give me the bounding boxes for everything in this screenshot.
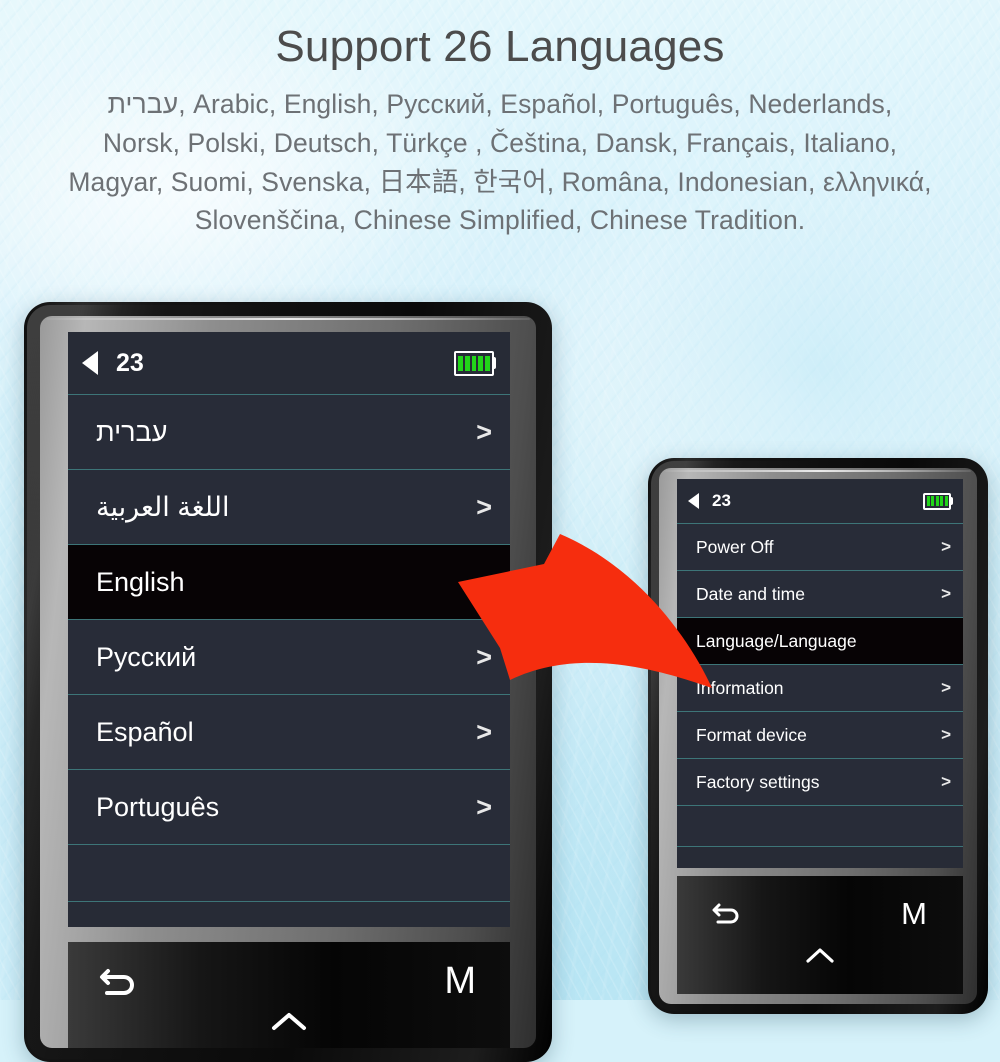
status-bar-right: 23	[677, 479, 963, 523]
volume-value: 23	[116, 348, 144, 377]
supported-languages-paragraph: עברית, Arabic, English, Русский, Español…	[40, 85, 960, 240]
list-item[interactable]: Русский >	[68, 619, 510, 694]
list-item-label: Español	[96, 716, 194, 747]
list-item[interactable]: Date and time >	[677, 570, 963, 617]
list-item[interactable]: Format device >	[677, 711, 963, 758]
touch-button-bar-right: M	[677, 876, 963, 994]
screen-right: 23 Power Off > Date and time > Language/…	[677, 479, 963, 868]
page-title: Support 26 Languages	[275, 22, 725, 71]
chevron-right-icon: >	[476, 791, 492, 822]
list-item[interactable]: اللغة العربية >	[68, 469, 510, 544]
list-item[interactable]: Power Off >	[677, 523, 963, 570]
chevron-right-icon: >	[941, 584, 951, 603]
touch-button-bar-left: M	[68, 942, 510, 1048]
list-item-label: Factory settings	[696, 771, 820, 792]
list-item-label: Format device	[696, 724, 807, 745]
back-arrow-icon[interactable]	[98, 964, 140, 1000]
chevron-right-icon: >	[476, 641, 492, 672]
battery-full-icon	[454, 350, 494, 376]
list-item-label: اللغة العربية	[96, 491, 230, 522]
list-item[interactable]: Information >	[677, 664, 963, 711]
chevron-right-icon: >	[941, 772, 951, 791]
battery-full-icon	[923, 492, 951, 510]
language-menu-list: עברית > اللغة العربية > English > Русски…	[68, 394, 510, 902]
list-empty-tail	[677, 805, 963, 847]
list-item[interactable]: Factory settings >	[677, 758, 963, 805]
mp3-player-device-right: 23 Power Off > Date and time > Language/…	[648, 458, 988, 1014]
status-bar-left: 23	[68, 332, 510, 394]
frame-highlight-left	[46, 318, 530, 320]
speaker-icon	[82, 351, 108, 375]
status-left-group-right: 23	[688, 491, 731, 511]
settings-menu-list: Power Off > Date and time > Language/Lan…	[677, 523, 963, 847]
language-line: Magyar, Suomi, Svenska, 日本語, 한국어, Româna…	[68, 166, 932, 197]
list-item[interactable]: עברית >	[68, 394, 510, 469]
list-item-label: Information	[696, 677, 784, 698]
list-item-label: Русский	[96, 641, 197, 672]
frame-highlight-right	[665, 470, 971, 472]
headings-block: Support 26 Languages עברית, Arabic, Engl…	[0, 0, 1000, 240]
chevron-up-icon[interactable]	[269, 1008, 309, 1034]
screen-left: 23 עברית > اللغة العربية > English > Рус…	[68, 332, 510, 927]
menu-button[interactable]: M	[901, 898, 927, 929]
chevron-right-icon: >	[476, 716, 492, 747]
list-item-label: Language/Language	[696, 630, 857, 651]
list-item-label: Date and time	[696, 583, 805, 604]
chevron-right-icon: >	[476, 416, 492, 447]
list-item-label: Português	[96, 791, 220, 822]
list-item-selected[interactable]: English >	[68, 544, 510, 619]
chevron-right-icon: >	[476, 491, 492, 522]
menu-button[interactable]: M	[444, 962, 476, 1000]
list-item-selected[interactable]: Language/Language >	[677, 617, 963, 664]
chevron-up-icon[interactable]	[804, 944, 836, 966]
language-line: Slovenščina, Chinese Simplified, Chinese…	[194, 205, 806, 236]
chevron-right-icon: >	[941, 537, 951, 556]
list-item-label: Power Off	[696, 536, 774, 557]
list-item-label: English	[96, 566, 185, 597]
list-item[interactable]: Español >	[68, 694, 510, 769]
list-empty-tail	[68, 844, 510, 902]
language-line: עברית, Arabic, English, Русский, Español…	[107, 89, 893, 120]
chevron-right-icon: >	[941, 678, 951, 697]
mp3-player-device-left: 23 עברית > اللغة العربية > English > Рус…	[24, 302, 552, 1062]
chevron-right-icon: >	[941, 725, 951, 744]
list-item[interactable]: Português >	[68, 769, 510, 844]
volume-value: 23	[712, 491, 731, 510]
status-left-group-left: 23	[82, 349, 144, 378]
back-arrow-icon[interactable]	[711, 900, 743, 928]
speaker-icon	[688, 493, 706, 510]
language-line: Norsk, Polski, Deutsch, Türkçe , Čeština…	[102, 127, 898, 158]
list-item-label: עברית	[96, 416, 168, 447]
